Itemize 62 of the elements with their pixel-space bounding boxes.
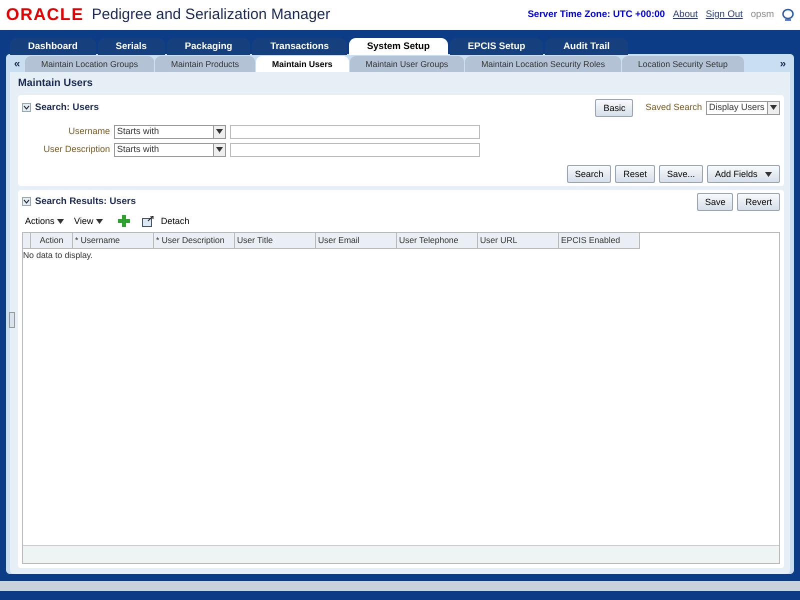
sub-tab[interactable]: Location Security Setup <box>622 56 744 72</box>
main-tab[interactable]: Audit Trail <box>545 38 628 55</box>
header-link[interactable]: Sign Out <box>706 8 743 22</box>
main-tab[interactable]: Dashboard <box>10 38 96 55</box>
search-form-button[interactable]: Add Fields <box>706 164 780 183</box>
input-field[interactable] <box>230 142 480 157</box>
column-header[interactable]: User URL <box>478 233 559 249</box>
page-title: Maintain Users <box>18 76 94 91</box>
app-title: Pedigree and Serialization Manager <box>92 4 332 25</box>
detach-icon[interactable] <box>142 214 154 228</box>
dropdown[interactable]: Display Users <box>706 100 780 115</box>
empty-message: No data to display. <box>23 249 93 262</box>
saved-search-label: Saved Search <box>645 101 702 114</box>
sub-tab[interactable]: Maintain Location Groups <box>25 56 154 72</box>
section-title: Search Results: Users <box>35 194 137 209</box>
main-tab[interactable]: Packaging <box>166 38 250 55</box>
logo: ORACLE <box>6 4 84 26</box>
sub-tab[interactable]: Maintain Users <box>256 56 349 72</box>
caret-icon <box>216 147 223 152</box>
main-tab[interactable]: Transactions <box>252 38 347 55</box>
input-field[interactable] <box>230 124 480 139</box>
server-time: Server Time Zone: UTC +00:00 <box>528 8 665 22</box>
user-name: opsm <box>750 8 774 22</box>
splitter-handle[interactable] <box>9 312 15 328</box>
caret-icon <box>57 218 64 224</box>
caret-icon <box>96 218 103 224</box>
column-header[interactable]: Action <box>31 233 73 249</box>
results-button[interactable]: Revert <box>737 192 780 211</box>
dropdown[interactable]: Starts with <box>114 124 226 139</box>
sub-tab[interactable]: Maintain Location Security Roles <box>465 56 621 72</box>
dropdown[interactable]: Starts with <box>114 142 226 157</box>
section-title: Search: Users <box>35 100 100 115</box>
detach-button[interactable]: Detach <box>158 214 192 228</box>
column-header[interactable]: User Telephone <box>397 233 478 249</box>
scroll-right-button[interactable]: » <box>776 56 790 72</box>
main-tab[interactable]: Serials <box>98 38 165 55</box>
results-button[interactable]: Save <box>696 192 734 211</box>
column-header[interactable]: * Username <box>73 233 154 249</box>
column-header[interactable]: User Title <box>235 233 316 249</box>
sub-tab[interactable]: Maintain User Groups <box>350 56 464 72</box>
sub-tab[interactable]: Maintain Products <box>155 56 256 72</box>
collapse-icon[interactable] <box>22 103 31 112</box>
scroll-left-button[interactable]: « <box>10 56 24 72</box>
caret-icon <box>770 105 777 110</box>
menu-button[interactable]: Actions <box>22 214 68 228</box>
search-form-button[interactable]: Reset <box>615 164 655 183</box>
field-label: Username <box>67 125 110 138</box>
caret-icon <box>765 172 772 177</box>
add-icon[interactable] <box>118 214 130 228</box>
caret-icon <box>216 129 223 134</box>
field-label: User Description <box>42 143 110 156</box>
search-form-button[interactable]: Search <box>566 164 612 183</box>
basic-button[interactable]: Basic <box>595 98 634 117</box>
main-tab[interactable]: EPCIS Setup <box>450 38 544 55</box>
main-tab[interactable]: System Setup <box>348 38 448 55</box>
collapse-icon[interactable] <box>22 197 31 206</box>
search-form-button[interactable]: Save... <box>658 164 703 183</box>
column-header[interactable]: User Email <box>316 233 397 249</box>
menu-button[interactable]: View <box>71 214 106 228</box>
header-link[interactable]: About <box>672 8 698 22</box>
column-header[interactable]: EPCIS Enabled <box>559 233 640 249</box>
column-header[interactable]: * User Description <box>154 233 235 249</box>
